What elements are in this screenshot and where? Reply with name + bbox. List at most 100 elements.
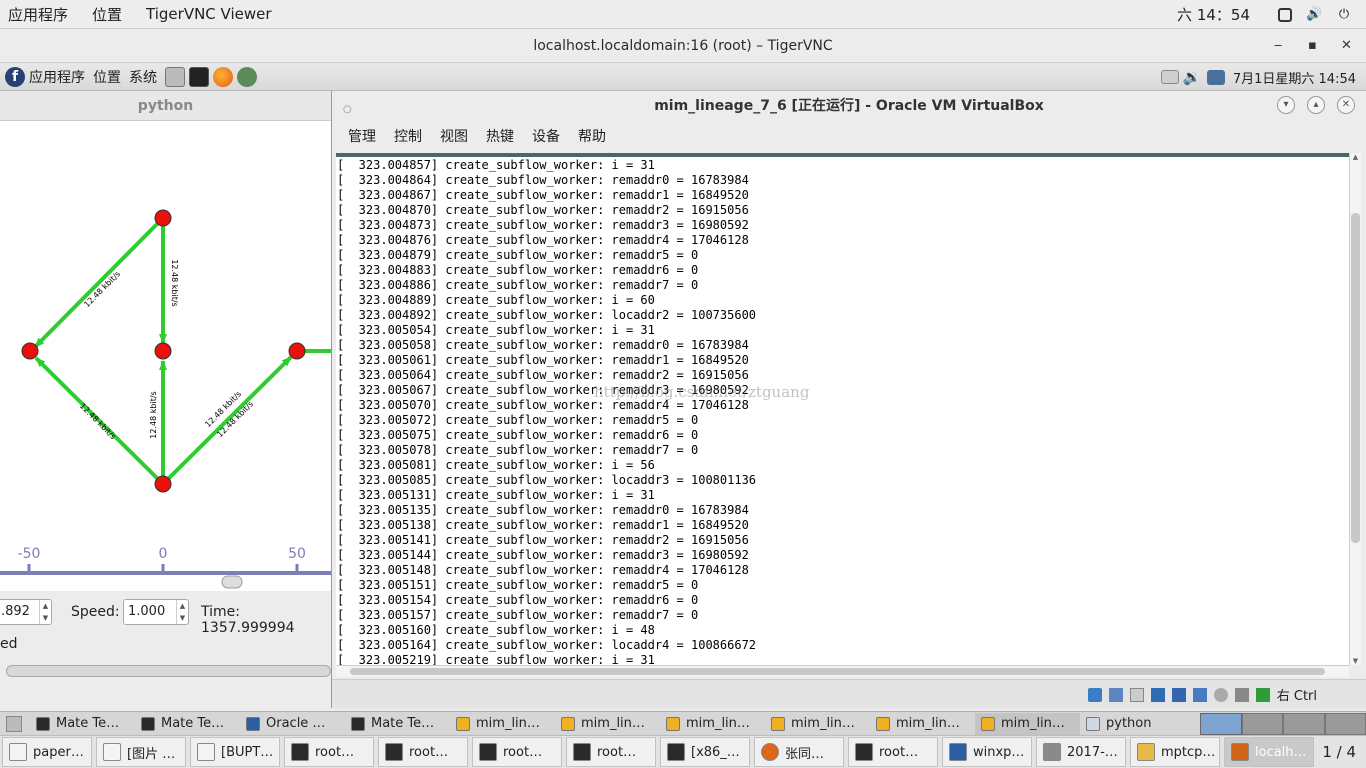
- guest-task-button[interactable]: mim_lin…: [450, 713, 555, 735]
- terminal-icon: [855, 743, 873, 761]
- guest-task-button[interactable]: mim_lin…: [660, 713, 765, 735]
- node-top[interactable]: [154, 209, 172, 227]
- scroll-down-icon[interactable]: ▼: [1350, 657, 1361, 665]
- guest-task-button[interactable]: mim_lin…: [870, 713, 975, 735]
- host-task-button[interactable]: [图片 …: [96, 737, 186, 767]
- guest-task-button[interactable]: Mate Te…: [30, 713, 135, 735]
- menu-devices[interactable]: 设备: [532, 126, 560, 146]
- volume-icon[interactable]: 🔊: [1306, 7, 1322, 23]
- guest-task-button[interactable]: mim_lin…: [975, 712, 1080, 735]
- virtualbox-title: mim_lineage_7_6 [正在运行] - Oracle VM Virtu…: [654, 98, 1044, 114]
- menu-hotkey[interactable]: 热键: [486, 126, 514, 146]
- power-icon[interactable]: ⏻: [1336, 7, 1352, 23]
- node-right[interactable]: [288, 342, 306, 360]
- host-task-button[interactable]: [BUPT…: [190, 737, 280, 767]
- horizontal-scroll-thumb[interactable]: [350, 668, 1325, 675]
- host-clock[interactable]: 六 14：54: [1177, 4, 1250, 25]
- task-label: winxp…: [973, 744, 1025, 760]
- workspace-indicator[interactable]: 1 / 4: [1322, 743, 1356, 761]
- host-applications-menu[interactable]: 应用程序: [8, 4, 68, 25]
- recording-icon[interactable]: [1213, 687, 1228, 702]
- terminal-launcher-icon[interactable]: [189, 66, 209, 87]
- horizontal-scroll-thumb[interactable]: [221, 575, 243, 589]
- host-task-button[interactable]: root…: [566, 737, 656, 767]
- speed-label: Speed:: [71, 604, 120, 620]
- host-task-button[interactable]: root…: [848, 737, 938, 767]
- guest-task-button[interactable]: python: [1080, 713, 1185, 735]
- keyboard-capture-icon[interactable]: [1255, 687, 1270, 702]
- host-task-button[interactable]: root…: [472, 737, 562, 767]
- host-task-button[interactable]: root…: [284, 737, 374, 767]
- network-status-icon[interactable]: [1206, 69, 1225, 85]
- host-task-button[interactable]: localh…: [1224, 737, 1314, 767]
- console-horizontal-scrollbar[interactable]: [336, 665, 1349, 677]
- vertical-scroll-thumb[interactable]: [1351, 213, 1360, 543]
- firefox-launcher-icon[interactable]: [213, 66, 233, 87]
- keyboard-icon[interactable]: [1160, 70, 1179, 84]
- host-task-button[interactable]: winxp…: [942, 737, 1032, 767]
- menu-view[interactable]: 视图: [440, 126, 468, 146]
- close-button[interactable]: ✕: [1341, 29, 1352, 63]
- window-menu-icon[interactable]: ○: [343, 95, 352, 125]
- close-button[interactable]: ✕: [1337, 96, 1355, 114]
- screen-icon[interactable]: [1278, 7, 1292, 22]
- step-spinbox[interactable]: .892 ▲ ▼: [0, 599, 52, 625]
- minimize-button[interactable]: ▾: [1277, 96, 1295, 114]
- show-desktop-icon[interactable]: [6, 715, 22, 732]
- host-task-button[interactable]: mptcp…: [1130, 737, 1220, 767]
- topology-canvas[interactable]: 12.48 kbit/s 12.48 kbit/s 12.48 kbit/s 1…: [0, 121, 331, 591]
- maximize-button[interactable]: ▴: [1307, 96, 1325, 114]
- network-launcher-icon[interactable]: [237, 66, 257, 87]
- speed-spinbox[interactable]: 1.000 ▲ ▼: [123, 599, 189, 625]
- terminal-icon: [573, 743, 591, 761]
- volume-icon[interactable]: 🔉: [1183, 67, 1203, 87]
- optical-drive-icon[interactable]: [1129, 687, 1144, 702]
- terminal-icon: [479, 743, 497, 761]
- host-active-app-menu[interactable]: TigerVNC Viewer: [146, 5, 272, 23]
- fedora-icon[interactable]: f: [5, 66, 25, 87]
- maximize-button[interactable]: ▪: [1308, 29, 1317, 63]
- guest-task-button[interactable]: Mate Te…: [345, 713, 450, 735]
- console-line: [ 323.004889] create_subflow_worker: i =…: [337, 293, 655, 307]
- guest-task-button[interactable]: mim_lin…: [555, 713, 660, 735]
- spin-arrows-icon[interactable]: ▲ ▼: [176, 600, 188, 624]
- host-task-button[interactable]: [x86_…: [660, 737, 750, 767]
- python-hscrollbar[interactable]: [6, 665, 331, 677]
- workspace-switcher[interactable]: [1200, 713, 1366, 735]
- guest-system-menu[interactable]: 系统: [129, 67, 157, 87]
- host-task-button[interactable]: root…: [378, 737, 468, 767]
- file-manager-launcher-icon[interactable]: [165, 66, 185, 87]
- workspace-1[interactable]: [1200, 713, 1242, 735]
- host-places-menu[interactable]: 位置: [92, 4, 122, 25]
- guest-clock[interactable]: 7月1日星期六 14:54: [1233, 68, 1356, 87]
- hdd-icon[interactable]: [1087, 687, 1102, 702]
- axis-tick-label: 0: [159, 546, 168, 562]
- shared-folders-icon[interactable]: [1171, 687, 1186, 702]
- node-bottom[interactable]: [154, 475, 172, 493]
- guest-applications-menu[interactable]: 应用程序: [29, 67, 85, 87]
- mouse-integration-icon[interactable]: [1234, 687, 1249, 702]
- node-center[interactable]: [154, 342, 172, 360]
- scroll-up-icon[interactable]: ▲: [1350, 153, 1361, 161]
- guest-task-button[interactable]: mim_lin…: [765, 713, 870, 735]
- host-task-button[interactable]: paper…: [2, 737, 92, 767]
- menu-help[interactable]: 帮助: [578, 126, 606, 146]
- guest-task-button[interactable]: Oracle …: [240, 713, 345, 735]
- workspace-2[interactable]: [1241, 713, 1283, 735]
- spin-arrows-icon[interactable]: ▲ ▼: [39, 600, 51, 624]
- display-icon[interactable]: [1150, 687, 1165, 702]
- guest-task-button[interactable]: Mate Te…: [135, 713, 240, 735]
- workspace-4[interactable]: [1324, 713, 1366, 735]
- guest-places-menu[interactable]: 位置: [93, 67, 121, 87]
- host-task-button[interactable]: 2017-…: [1036, 737, 1126, 767]
- vm-console-screen[interactable]: [ 323.004857] create_subflow_worker: i =…: [336, 153, 1349, 665]
- console-vertical-scrollbar[interactable]: ▲ ▼: [1349, 153, 1361, 665]
- minimize-button[interactable]: ‒: [1274, 29, 1282, 63]
- menu-manage[interactable]: 管理: [348, 126, 376, 146]
- workspace-3[interactable]: [1283, 713, 1325, 735]
- menu-control[interactable]: 控制: [394, 126, 422, 146]
- network-adapter-icon[interactable]: [1108, 687, 1123, 702]
- host-task-button[interactable]: 张同…: [754, 737, 844, 767]
- usb-icon[interactable]: [1192, 687, 1207, 702]
- node-left[interactable]: [21, 342, 39, 360]
